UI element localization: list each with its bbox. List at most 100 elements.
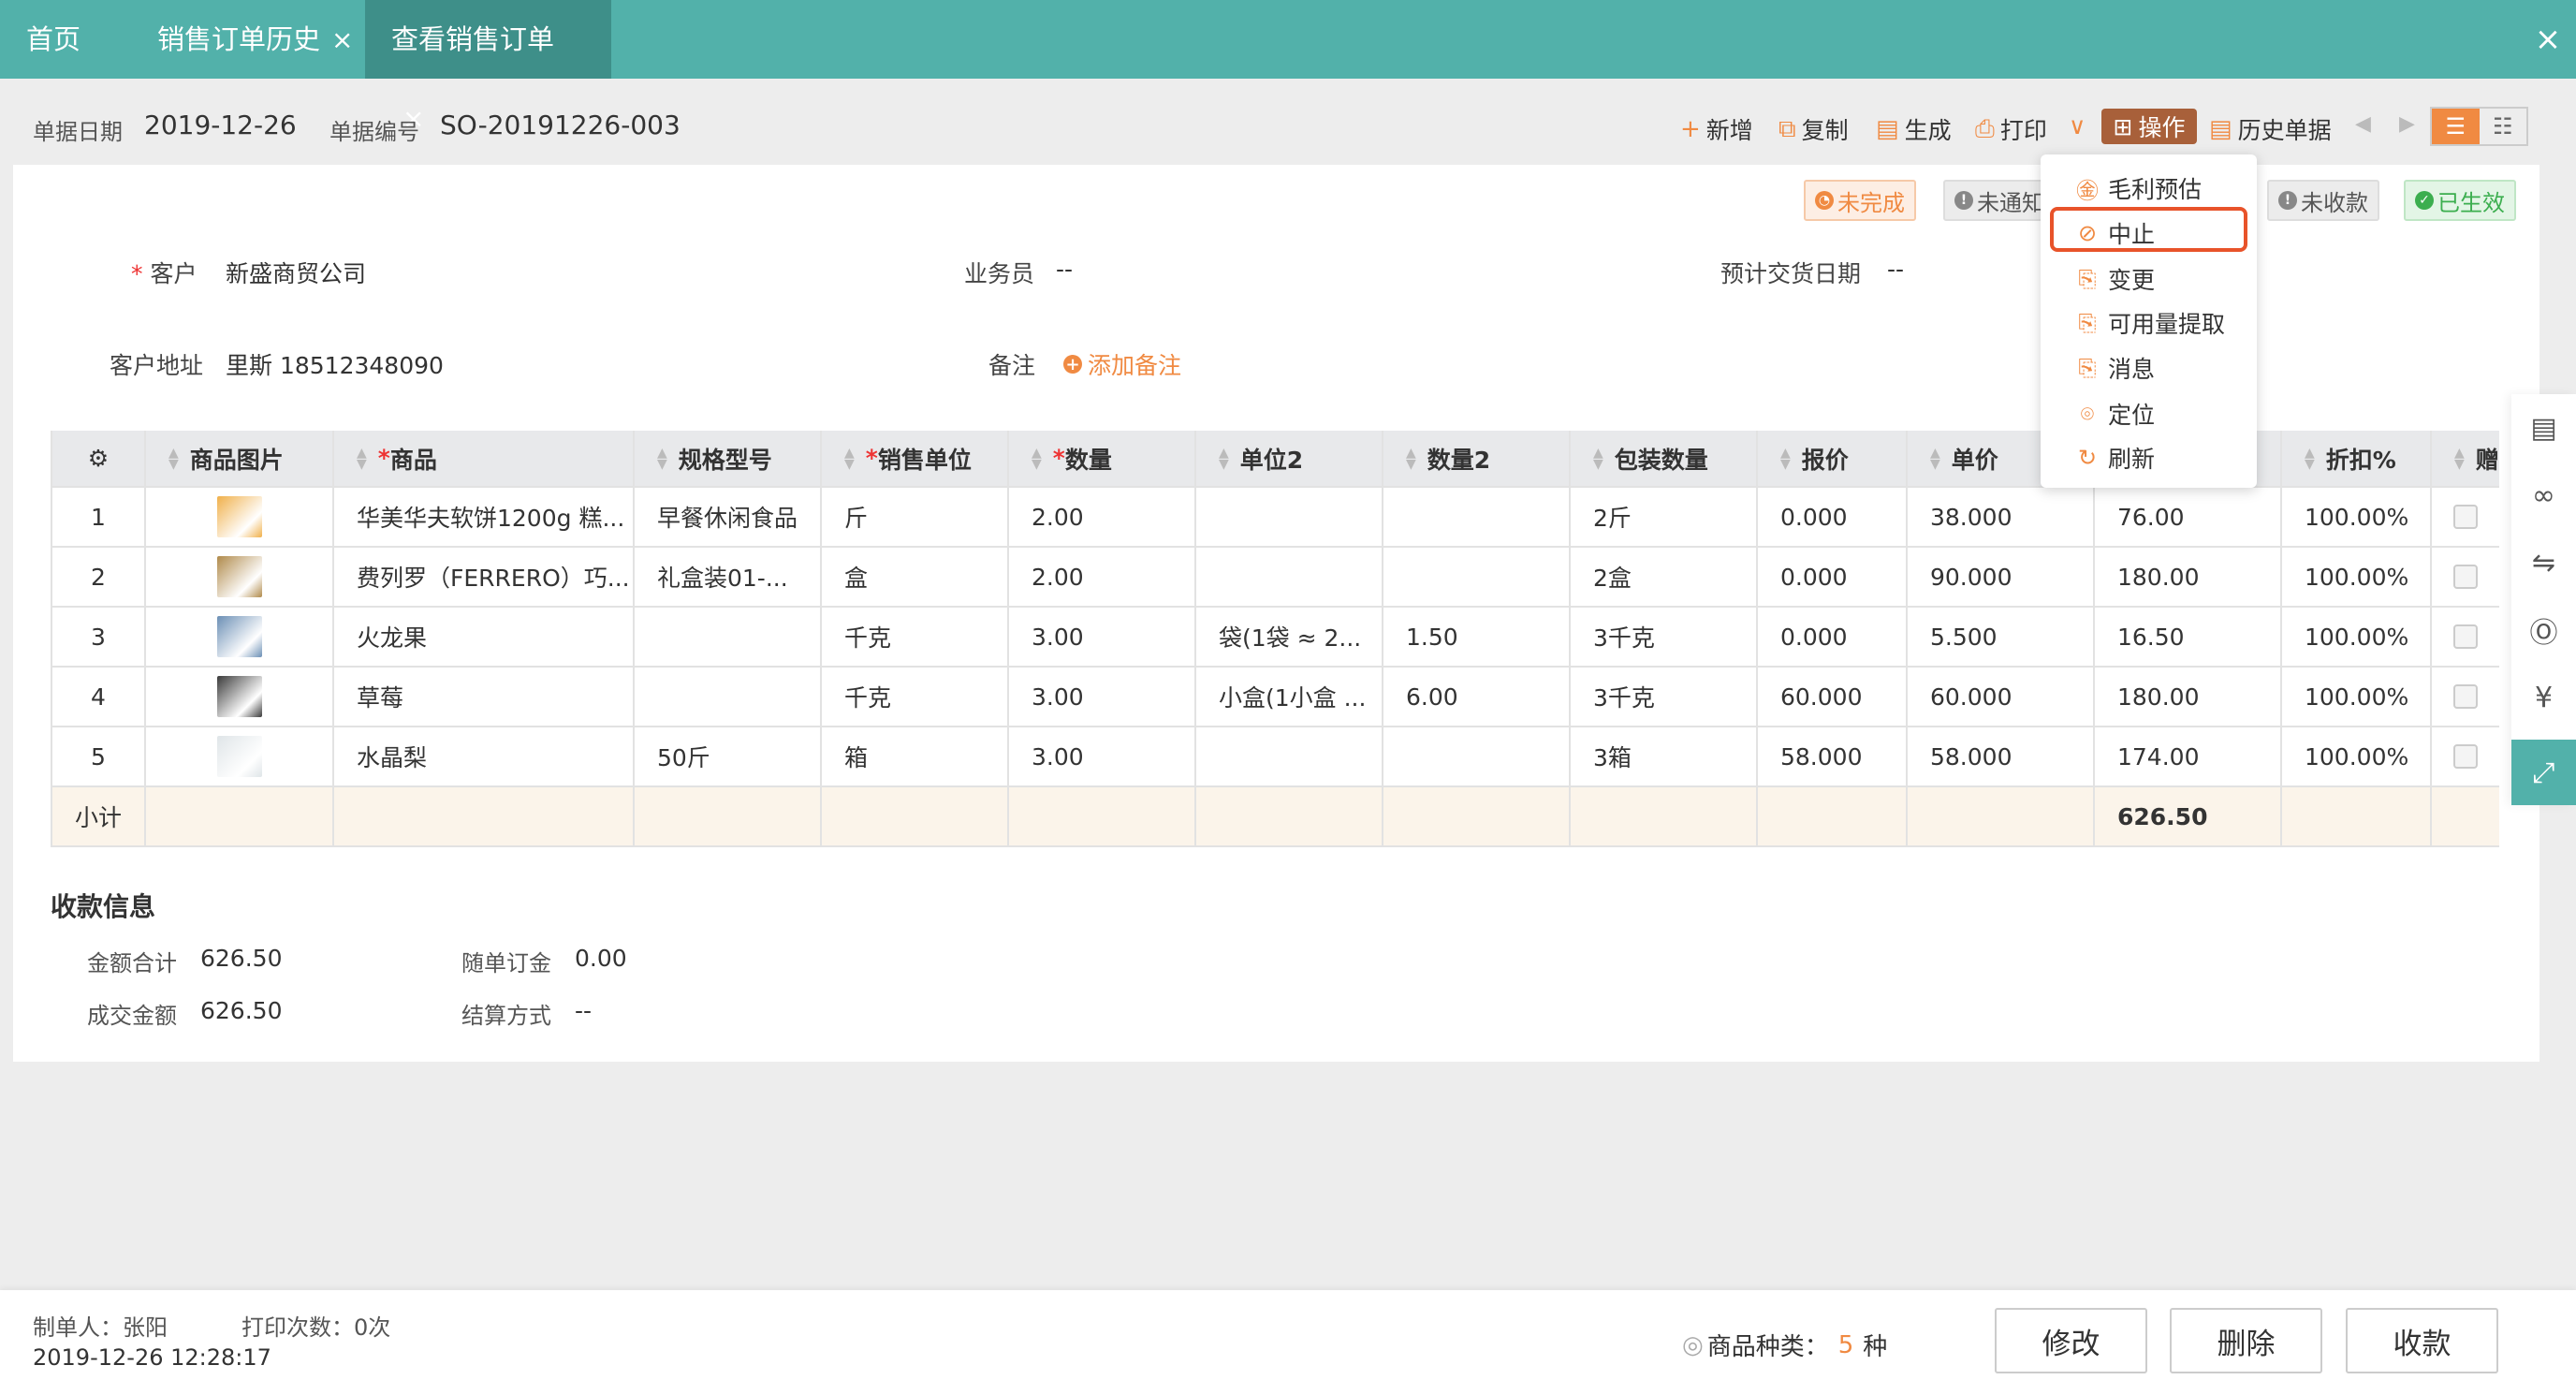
sort-icon[interactable]: ▲▼ [1930,447,1940,471]
sort-icon[interactable]: ▲▼ [1219,447,1229,471]
generate-button[interactable]: ▤ 生成 [1876,112,1952,146]
settings-gear-icon[interactable]: ⚙ [88,445,109,472]
deal-amount-value: 626.50 [200,997,283,1024]
cell-pack: 2盒 [1569,548,1756,606]
edit-button[interactable]: 修改 [1995,1308,2147,1373]
sort-icon[interactable]: ▲▼ [1780,447,1791,471]
cell-price: 60.000 [1906,668,2093,726]
cell-text: 4 [91,683,106,711]
sort-icon[interactable]: ▲▼ [1593,447,1603,471]
box-icon: ◎ [1682,1330,1704,1359]
owe-icon[interactable]: Ⓞ [2511,596,2576,664]
sort-icon[interactable]: ▲▼ [1406,447,1416,471]
column-header[interactable]: ▲ ▼ 赠 [2430,431,2499,486]
cell-text: 斤 [844,505,869,532]
column-header[interactable]: ▲ ▼ * 数量 [1007,431,1194,486]
subtotal-cell [1756,787,1906,845]
gift-checkbox[interactable] [2453,505,2478,529]
product-thumbnail[interactable] [216,616,262,657]
history-button[interactable]: ▤ 历史单据 [2209,112,2332,146]
sort-icon[interactable]: ▲▼ [168,447,179,471]
table-row[interactable]: 2 费列罗（FERRERO）巧... 礼盒装01-... 盒 2.00 2盒 0.000 90… [51,548,2499,608]
add-remark-link[interactable]: + 添加备注 [1063,347,1181,381]
column-label: 包装数量 [1614,446,1708,474]
sort-icon[interactable]: ▲▼ [657,447,667,471]
print-button[interactable]: ⎙ 打印 [1975,112,2047,146]
column-header[interactable]: ▲ ▼ * 商品 [332,431,633,486]
cell-image [144,488,332,546]
next-arrow-icon[interactable]: ▶ [2399,112,2415,136]
column-header[interactable]: ▲ ▼ 商品图片 [144,431,332,486]
menu-item-label: 消息 [2108,356,2156,383]
sort-icon[interactable]: ▲▼ [1032,447,1042,471]
exchange-icon[interactable]: ⇋ [2511,529,2576,596]
product-thumbnail[interactable] [216,676,262,717]
sort-icon[interactable]: ▲▼ [844,447,855,471]
product-thumbnail[interactable] [216,496,262,537]
close-icon[interactable]: × [331,24,353,55]
menu-item[interactable]: ⎘ 消息 [2076,351,2155,385]
subtotal-label: 小计 [74,804,122,831]
sort-icon[interactable]: ▲▼ [2454,447,2465,471]
cell-text: 3 [91,623,106,651]
table-row[interactable]: 1 华美华夫软饼1200g 糕... 早餐休闲食品 斤 2.00 2斤 0.000 38.00… [51,488,2499,548]
column-label: 商品 [389,446,437,474]
column-header[interactable]: ▲ ▼ 数量2 [1382,431,1569,486]
gift-checkbox[interactable] [2453,565,2478,589]
menu-item[interactable]: ㊎毛利预估 [2076,171,2202,205]
subtotal-cell [1382,787,1569,845]
cell-price: 58.000 [1906,727,2093,785]
menu-item[interactable]: ↻ 刷新 [2076,441,2155,475]
cell-gift [2430,548,2499,606]
product-thumbnail[interactable] [216,556,262,597]
gift-checkbox[interactable] [2453,744,2478,769]
column-header[interactable]: ⚙ [51,431,144,486]
window-close-button[interactable]: × [2529,0,2567,79]
column-header[interactable]: ▲ ▼ 规格型号 [633,431,820,486]
menu-item[interactable]: ⌾ 定位 [2076,397,2155,431]
tab-home[interactable]: 首页 [0,0,107,79]
list-view-icon[interactable]: ☰ [2432,109,2480,144]
salesperson-value: -- [1056,256,1074,283]
expand-icon[interactable]: ⤢ [2511,740,2576,805]
column-header[interactable]: ▲ ▼ * 销售单位 [820,431,1007,486]
column-label: 报价 [1801,446,1849,474]
doc-clock-icon[interactable]: ▤ [2511,394,2576,462]
table-row[interactable]: 4 草莓 千克 3.00 小盒(1小盒 ... 6.00 3千克 60.000 60.000 18… [51,668,2499,727]
tab-view-sales-order[interactable]: 查看销售订单× [365,0,611,134]
operate-button[interactable]: ⊞ 操作 [2101,109,2197,144]
detail-view-icon[interactable]: ☷ [2480,109,2527,144]
gift-checkbox[interactable] [2453,624,2478,649]
sort-icon[interactable]: ▲▼ [357,447,367,471]
column-header[interactable]: ▲ ▼ 折扣% [2280,431,2430,486]
total-label: 金额合计 [87,950,177,976]
cell-text: 华美华夫软饼1200g 糕... [357,505,625,532]
menu-item[interactable]: ⎘ 变更 [2076,262,2155,296]
column-header[interactable]: ▲ ▼ 单位2 [1194,431,1382,486]
link-icon[interactable]: ∞ [2511,462,2576,529]
sort-icon[interactable]: ▲▼ [2305,447,2315,471]
column-header[interactable]: ▲ ▼ 报价 [1756,431,1906,486]
yuan-icon[interactable]: ¥ [2511,664,2576,731]
copy-button[interactable]: ⧉ 复制 [1778,112,1849,146]
column-label: 数量2 [1427,446,1491,474]
tab-sales-order-history[interactable]: 销售订单历史 × [131,0,379,79]
cell-discount: 100.00% [2280,668,2430,726]
table-row[interactable]: 3 火龙果 千克 3.00 袋(1袋 ≈ 2... 1.50 3千克 0.000 5.500 16… [51,608,2499,668]
column-header[interactable]: ▲ ▼ 包装数量 [1569,431,1756,486]
print-dropdown-chevron-icon[interactable]: ∨ [2069,112,2086,139]
table-row[interactable]: 5 水晶梨 50斤 箱 3.00 3箱 58.000 58.000 174.00 100.00% [51,727,2499,787]
menu-item[interactable]: ⊘ 中止 [2076,216,2155,250]
cell-name: 华美华夫软饼1200g 糕... [332,488,633,546]
gift-checkbox[interactable] [2453,684,2478,709]
prev-arrow-icon[interactable]: ◀ [2355,112,2371,136]
add-button[interactable]: + 新增 [1680,112,1753,146]
view-toggle[interactable]: ☰ ☷ [2430,107,2528,146]
menu-item[interactable]: ⎘ 可用量提取 [2076,306,2225,340]
refresh-icon: ↻ [2077,445,2098,471]
product-thumbnail[interactable] [216,736,262,777]
delete-button[interactable]: 删除 [2170,1308,2322,1373]
cell-text: 100.00% [2305,503,2409,531]
label: 未完成 [1837,189,1905,216]
collect-payment-button[interactable]: 收款 [2346,1308,2498,1373]
